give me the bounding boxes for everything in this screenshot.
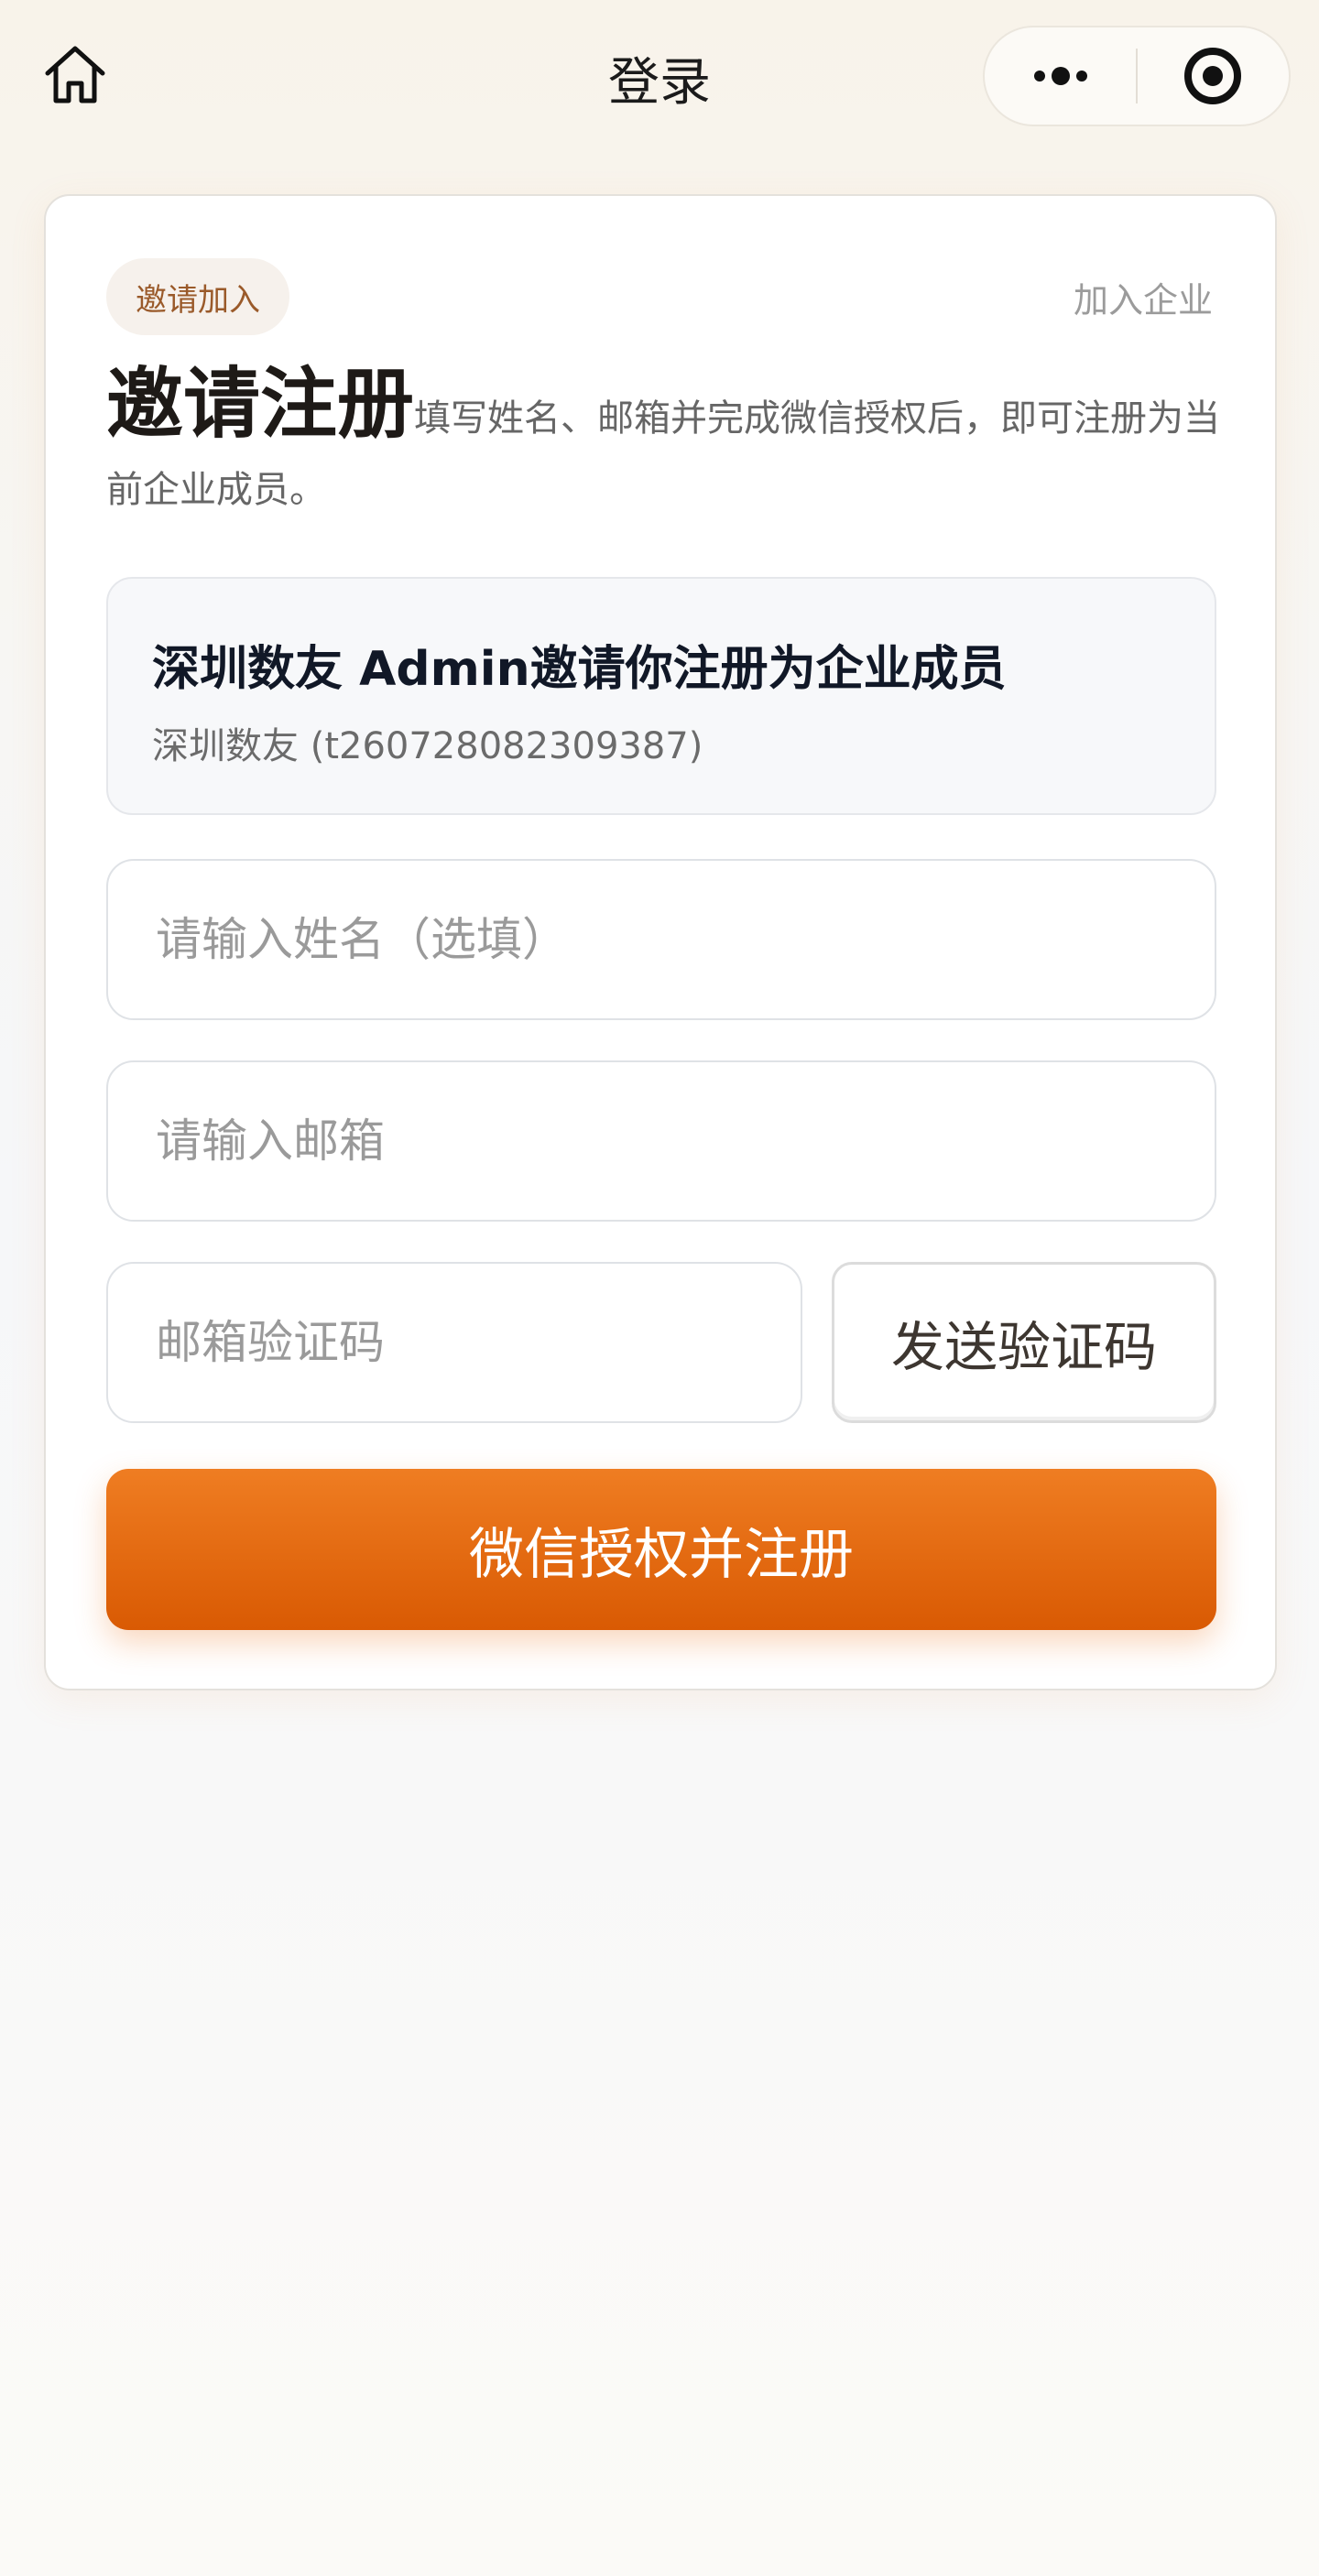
more-dots-icon: [1033, 67, 1087, 85]
email-field: [106, 1060, 1216, 1222]
invite-badge: 邀请加入: [106, 258, 289, 335]
invite-info-box: 深圳数友 Admin邀请你注册为企业成员 深圳数友 (t260728082309…: [106, 577, 1216, 815]
headline-title: 邀请注册: [106, 359, 415, 449]
email-input[interactable]: [108, 1062, 1215, 1220]
headline: 邀请注册填写姓名、邮箱并完成微信授权后，即可注册为当前企业成员。: [106, 365, 1220, 526]
more-button[interactable]: [985, 27, 1136, 125]
capsule-menu: [983, 26, 1291, 126]
invite-subtitle: 深圳数友 (t260728082309387): [152, 725, 703, 767]
send-code-button[interactable]: 发送验证码: [832, 1262, 1216, 1423]
wechat-register-button[interactable]: 微信授权并注册: [106, 1469, 1216, 1630]
target-icon: [1184, 48, 1242, 104]
home-button[interactable]: [38, 38, 112, 112]
close-miniprogram-button[interactable]: [1138, 27, 1289, 125]
invite-title: 深圳数友 Admin邀请你注册为企业成员: [152, 642, 1007, 697]
join-enterprise-link[interactable]: 加入企业: [1074, 269, 1213, 324]
register-card: 邀请加入 加入企业 邀请注册填写姓名、邮箱并完成微信授权后，即可注册为当前企业成…: [44, 194, 1277, 1690]
name-field: [106, 859, 1216, 1020]
navigation-bar: 登录: [0, 0, 1319, 156]
email-code-input[interactable]: [108, 1264, 801, 1421]
code-field: [106, 1262, 802, 1423]
home-icon: [45, 46, 105, 103]
name-input[interactable]: [108, 861, 1215, 1018]
